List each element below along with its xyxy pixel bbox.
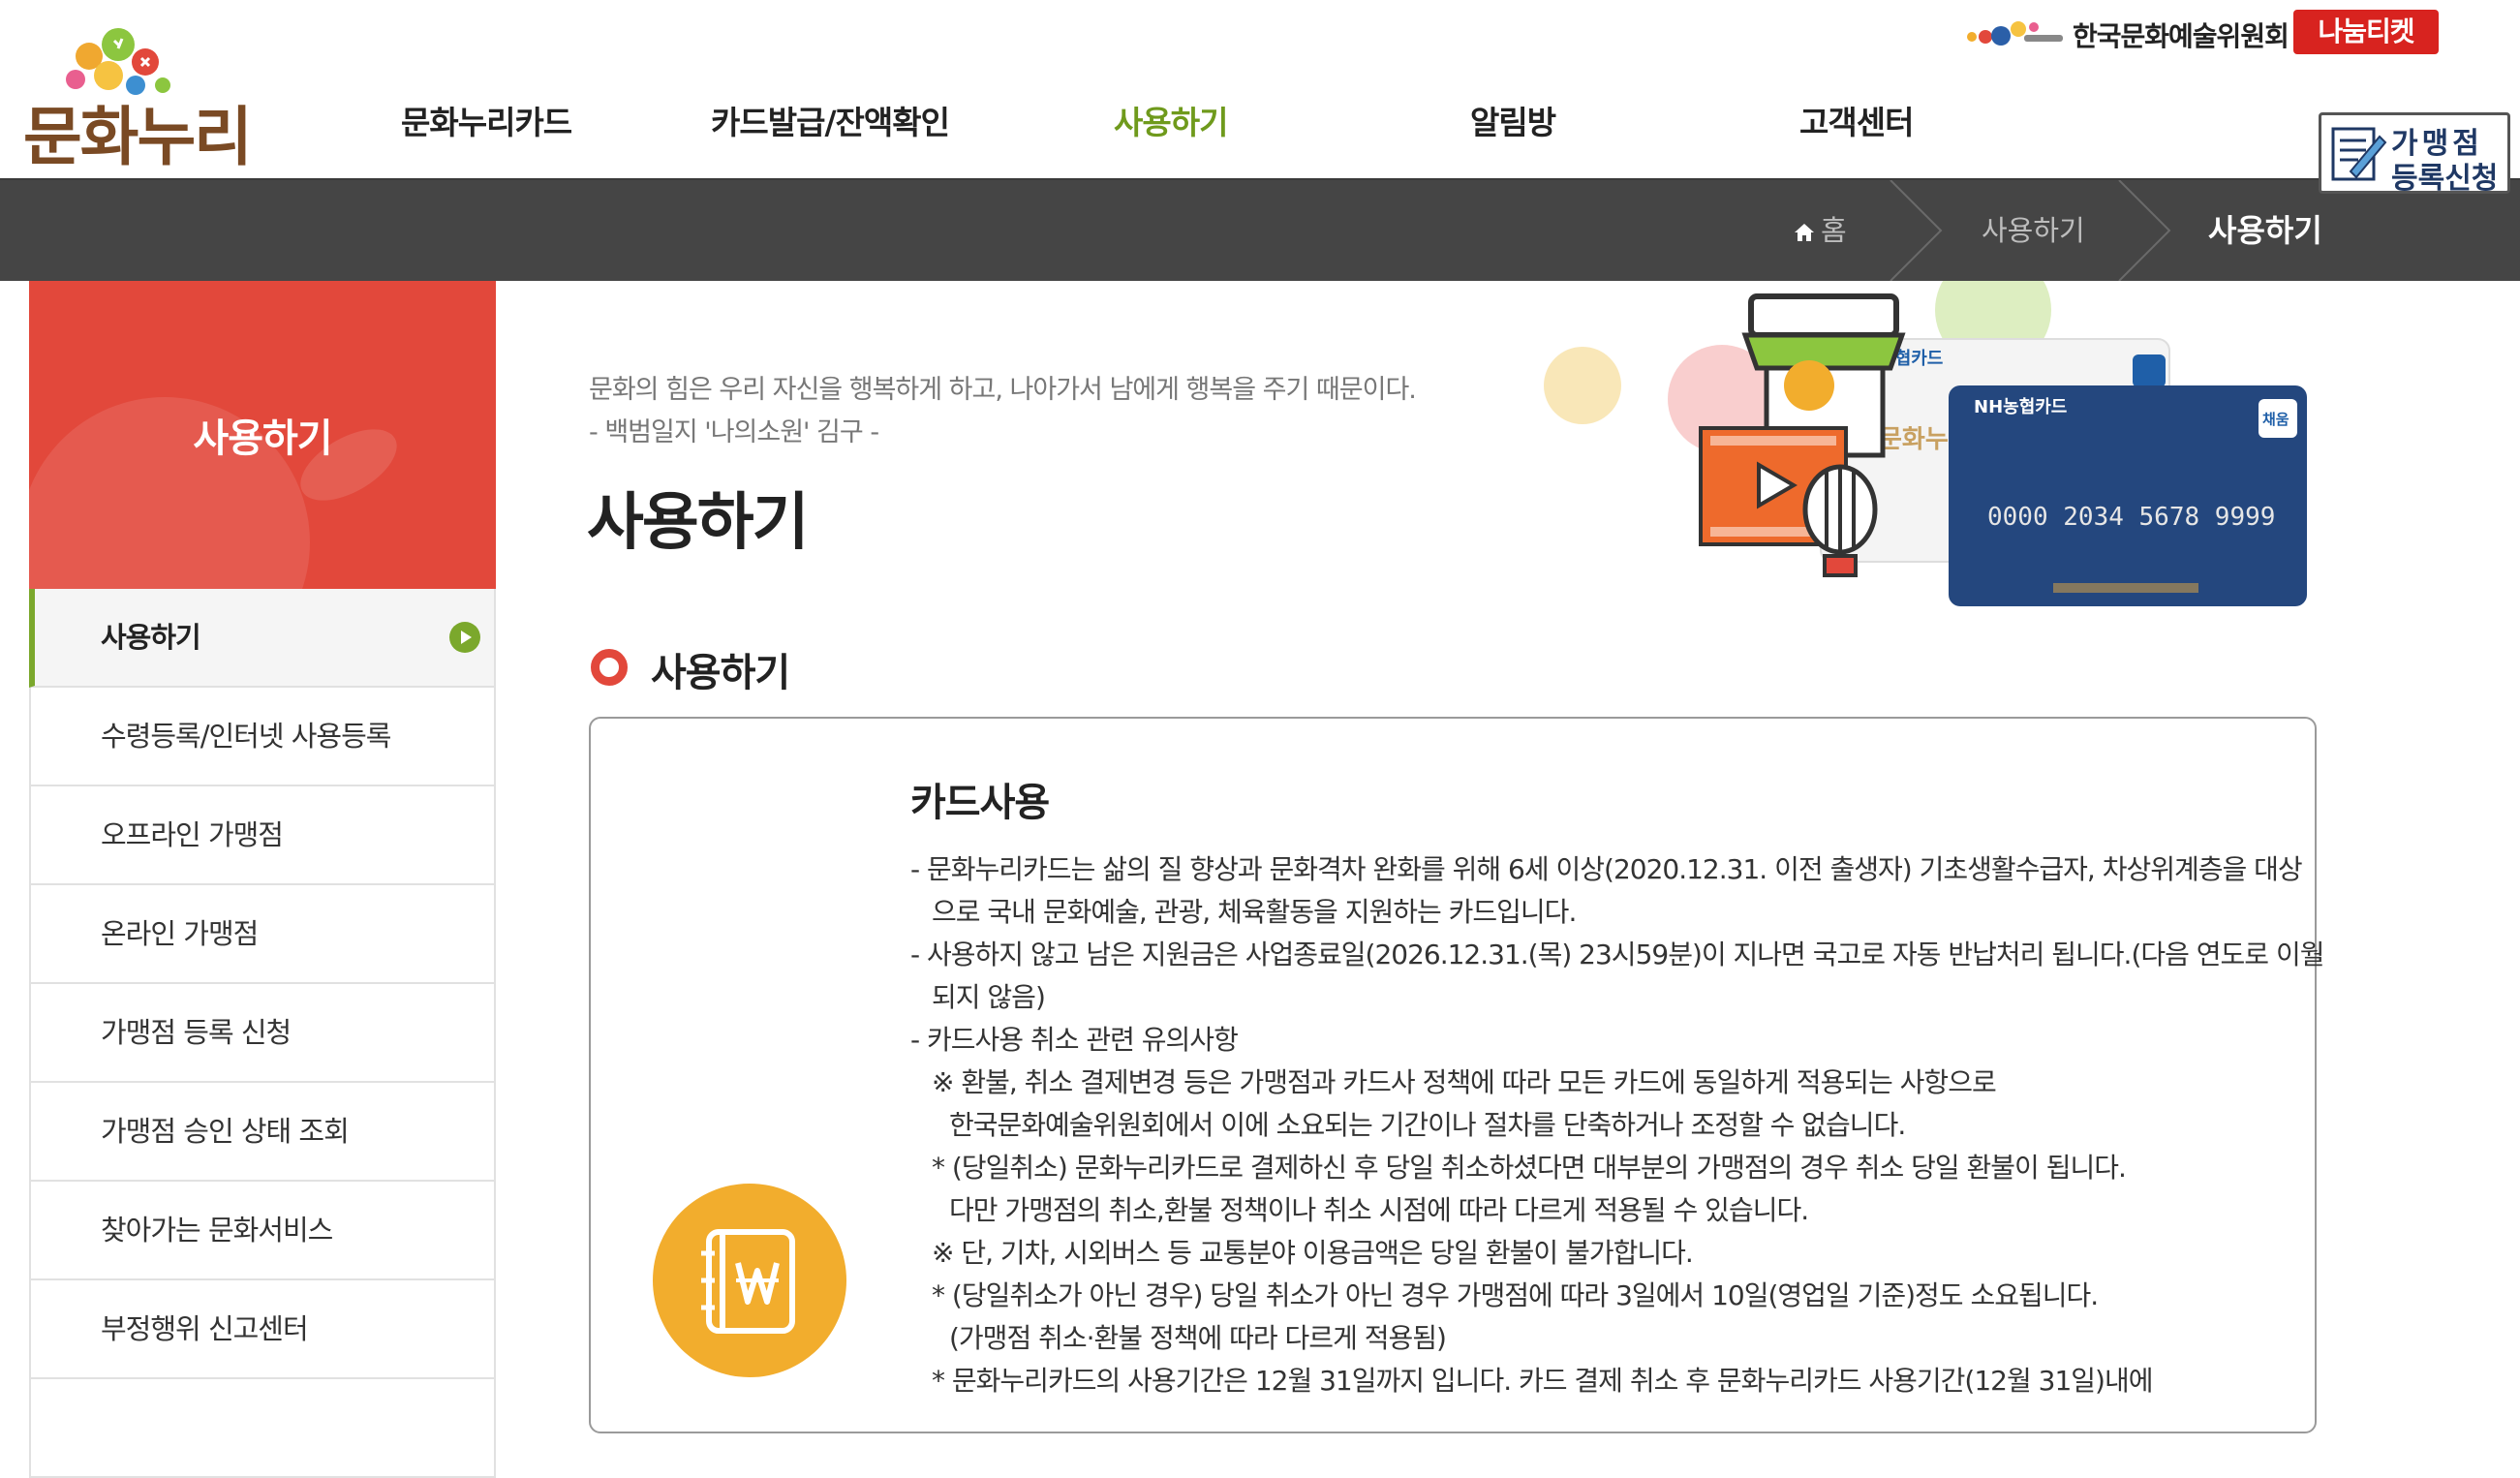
sidebar-item-merchant-status[interactable]: 가맹점 승인 상태 조회 bbox=[29, 1083, 496, 1182]
section-bullet-icon bbox=[591, 649, 628, 686]
logo-text: 문화누리 bbox=[23, 100, 253, 174]
site-header: 문화누리 문화누리카드 카드발급/잔액확인 사용하기 알림방 고객센터 한국문화… bbox=[0, 0, 2520, 180]
home-icon bbox=[1795, 224, 1814, 241]
card-number: 0000 2034 5678 9999 bbox=[1987, 503, 2275, 532]
usage-text-line: * 문화누리카드의 사용기간은 12월 31일까지 입니다. 카드 결제 취소 … bbox=[932, 1365, 2153, 1397]
sidebar-title: 사용하기 bbox=[193, 416, 332, 461]
sidebar-item-visiting-service[interactable]: 찾아가는 문화서비스 bbox=[29, 1182, 496, 1280]
sidebar-item-offline-merchants[interactable]: 오프라인 가맹점 bbox=[29, 786, 496, 885]
arts-council-link[interactable]: 한국문화예술위원회 bbox=[2073, 15, 2290, 54]
usage-text-line: - 카드사용 취소 관련 유의사항 bbox=[910, 1024, 1239, 1056]
sidebar-item-fraud-report[interactable]: 부정행위 신고센터 bbox=[29, 1280, 496, 1379]
usage-text-line: 되지 않음) bbox=[932, 981, 1046, 1013]
card-usage-icon bbox=[653, 1184, 846, 1377]
usage-text-line: * (당일취소) 문화누리카드로 결제하신 후 당일 취소하셨다면 대부분의 가… bbox=[932, 1152, 2127, 1184]
arts-council-logo-icon bbox=[1967, 21, 2063, 46]
culture-card-illustration-icon: NH농협카드 문화누리 NH농협카드 채움 0000 2034 5678 999… bbox=[1544, 252, 2307, 606]
usage-text-line: 한국문화예술위원회에서 이에 소요되는 기간이나 절차를 단축하거나 조정할 수… bbox=[949, 1109, 1906, 1141]
usage-text-line: (가맹점 취소·환불 정책에 따라 다르게 적용됨) bbox=[949, 1322, 1447, 1354]
usage-text-line: 으로 국내 문화예술, 관광, 체육활동을 지원하는 카드입니다. bbox=[932, 896, 1577, 928]
breadcrumb-level1[interactable]: 사용하기 bbox=[1982, 180, 2085, 281]
usage-text-line: ※ 환불, 취소 결제변경 등은 가맹점과 카드사 정책에 따라 모든 카드에 … bbox=[932, 1066, 1997, 1098]
nav-card-issue-balance[interactable]: 카드발급/잔액확인 bbox=[711, 97, 950, 143]
nav-culture-card[interactable]: 문화누리카드 bbox=[401, 97, 572, 143]
usage-text-line: - 사용하지 않고 남은 지원금은 사업종료일(2026.12.31.(목) 2… bbox=[910, 939, 2324, 970]
register-label-line2: 등록신청 bbox=[2391, 162, 2499, 196]
breadcrumb-current: 사용하기 bbox=[2208, 212, 2322, 249]
nav-notice[interactable]: 알림방 bbox=[1470, 97, 1556, 143]
utility-links: 한국문화예술위원회 나눔티켓 bbox=[1964, 10, 2448, 58]
sidebar-item-label: 수령등록/인터넷 사용등록 bbox=[101, 720, 391, 753]
breadcrumb-separator-icon bbox=[2118, 180, 2171, 281]
breadcrumb-separator-icon bbox=[1890, 180, 1943, 281]
sidebar-item-more[interactable] bbox=[29, 1379, 496, 1478]
sidebar-item-label: 온라인 가맹점 bbox=[101, 917, 259, 950]
usage-text-line: 다만 가맹점의 취소,환불 정책이나 취소 시점에 따라 다르게 적용될 수 있… bbox=[949, 1194, 1809, 1226]
section-title: 사용하기 bbox=[651, 651, 790, 695]
sidebar-item-label: 가맹점 승인 상태 조회 bbox=[101, 1115, 350, 1148]
usage-text-line: ※ 단, 기차, 시외버스 등 교통분야 이용금액은 당일 환불이 불가합니다. bbox=[932, 1237, 1694, 1269]
sidebar-item-merchant-apply[interactable]: 가맹점 등록 신청 bbox=[29, 984, 496, 1083]
nanum-ticket-link[interactable]: 나눔티켓 bbox=[2293, 10, 2439, 54]
sidebar-item-registration[interactable]: 수령등록/인터넷 사용등록 bbox=[29, 688, 496, 786]
sidebar-item-label: 찾아가는 문화서비스 bbox=[101, 1214, 333, 1247]
nav-usage[interactable]: 사용하기 bbox=[1114, 97, 1228, 143]
usage-text-line: * (당일취소가 아닌 경우) 당일 취소가 아닌 경우 가맹점에 따라 3일에… bbox=[932, 1279, 2099, 1311]
merchant-register-button[interactable]: 가맹점 등록신청 bbox=[2319, 112, 2510, 196]
intro-quote-source: - 백범일지 '나의소원' 김구 - bbox=[589, 417, 879, 447]
front-card-brand: NH농협카드 bbox=[1974, 396, 2067, 417]
sidebar-header: 사용하기 bbox=[29, 281, 496, 589]
location-bar: 홈 사용하기 사용하기 bbox=[0, 180, 2520, 281]
sidebar: 사용하기 사용하기 수령등록/인터넷 사용등록 오프라인 가맹점 온라인 가맹점… bbox=[29, 281, 496, 1478]
page-title: 사용하기 bbox=[587, 487, 810, 559]
sidebar-item-label: 오프라인 가맹점 bbox=[101, 818, 284, 851]
sidebar-item-label: 부정행위 신고센터 bbox=[101, 1312, 309, 1345]
intro-quote: 문화의 힘은 우리 자신을 행복하게 하고, 나아가서 남에게 행복을 주기 때… bbox=[589, 375, 1417, 405]
site-logo[interactable]: 문화누리 bbox=[21, 12, 263, 174]
chevron-right-icon bbox=[449, 622, 480, 653]
sidebar-menu: 사용하기 수령등록/인터넷 사용등록 오프라인 가맹점 온라인 가맹점 가맹점 … bbox=[29, 589, 496, 1478]
card-usage-title: 카드사용 bbox=[910, 781, 1050, 825]
sidebar-item-online-merchants[interactable]: 온라인 가맹점 bbox=[29, 885, 496, 984]
usage-text-line: - 문화누리카드는 삶의 질 향상과 문화격차 완화를 위해 6세 이상(202… bbox=[910, 853, 2303, 885]
hero-visual: NH농협카드 문화누리 NH농협카드 채움 0000 2034 5678 999… bbox=[1530, 252, 2324, 606]
card-badge: 채움 bbox=[2262, 411, 2290, 428]
nav-customer-center[interactable]: 고객센터 bbox=[1799, 97, 1914, 143]
register-form-icon bbox=[2331, 127, 2387, 181]
breadcrumb-home[interactable]: 홈 bbox=[1794, 180, 1847, 281]
sidebar-item-label: 가맹점 등록 신청 bbox=[101, 1016, 292, 1049]
wallet-won-icon bbox=[701, 1229, 795, 1334]
sidebar-item-usage[interactable]: 사용하기 bbox=[29, 589, 496, 688]
breadcrumb-home-label: 홈 bbox=[1821, 214, 1847, 247]
sidebar-item-label: 사용하기 bbox=[101, 621, 201, 654]
